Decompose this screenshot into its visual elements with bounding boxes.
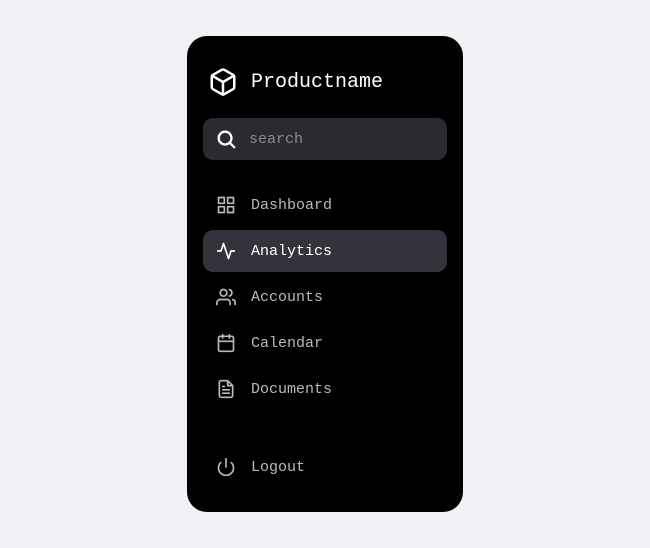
nav-item-dashboard[interactable]: Dashboard	[203, 184, 447, 226]
nav-item-label: Dashboard	[251, 197, 332, 214]
power-icon	[215, 456, 237, 478]
nav-item-documents[interactable]: Documents	[203, 368, 447, 410]
search-icon	[215, 128, 237, 150]
sidebar-footer: Logout	[203, 446, 447, 488]
nav-item-label: Accounts	[251, 289, 323, 306]
brand: Productname	[203, 60, 447, 118]
nav-item-label: Analytics	[251, 243, 332, 260]
grid-icon	[215, 194, 237, 216]
calendar-icon	[215, 332, 237, 354]
search-box[interactable]	[203, 118, 447, 160]
search-input[interactable]	[249, 131, 435, 148]
users-icon	[215, 286, 237, 308]
brand-title: Productname	[251, 71, 383, 94]
sidebar: Productname Dashboard	[187, 36, 463, 512]
nav-item-label: Calendar	[251, 335, 323, 352]
logout-label: Logout	[251, 459, 305, 476]
nav-item-calendar[interactable]: Calendar	[203, 322, 447, 364]
activity-icon	[215, 240, 237, 262]
logout-button[interactable]: Logout	[203, 446, 447, 488]
file-text-icon	[215, 378, 237, 400]
nav-list: Dashboard Analytics Accounts	[203, 184, 447, 410]
nav-item-accounts[interactable]: Accounts	[203, 276, 447, 318]
box-icon	[207, 66, 239, 98]
nav-item-label: Documents	[251, 381, 332, 398]
nav-item-analytics[interactable]: Analytics	[203, 230, 447, 272]
